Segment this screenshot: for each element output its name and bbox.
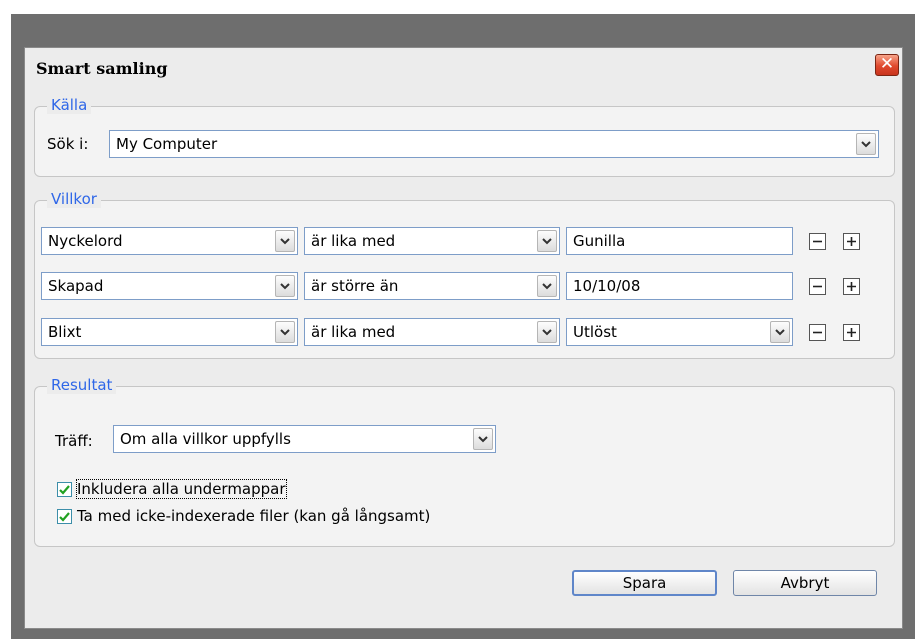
add-condition-button[interactable] [843, 233, 860, 250]
minus-icon [813, 285, 822, 288]
chevron-down-icon[interactable] [537, 321, 557, 343]
search-in-label: Sök i: [47, 135, 89, 153]
title-bar: Smart samling ✕ [25, 48, 902, 88]
chevron-down-icon[interactable] [537, 230, 557, 252]
cancel-button[interactable]: Avbryt [733, 570, 877, 596]
condition-operator-value: är lika med [311, 232, 396, 250]
remove-condition-button[interactable] [809, 278, 826, 295]
dialog-title: Smart samling [36, 59, 168, 78]
condition-operator-value: är större än [311, 277, 399, 295]
condition-field-value: Skapad [48, 277, 104, 295]
smart-collection-dialog: Smart samling ✕ Källa Sök i: My Computer… [24, 47, 903, 629]
chevron-down-icon[interactable] [856, 133, 876, 155]
condition-field-dropdown[interactable]: Skapad [41, 272, 298, 300]
condition-operator-value: är lika med [311, 323, 396, 341]
include-unindexed-checkbox[interactable] [57, 509, 72, 524]
condition-value-text: Utlöst [573, 323, 617, 341]
conditions-group: Villkor Nyckelord är lika med Gunilla Sk… [34, 190, 895, 359]
remove-condition-button[interactable] [809, 233, 826, 250]
minus-icon [813, 240, 822, 243]
search-in-value: My Computer [116, 135, 218, 153]
plus-icon [847, 237, 856, 246]
minus-icon [813, 331, 822, 334]
include-subfolders-label[interactable]: Inkludera alla undermappar [76, 479, 287, 499]
chevron-down-icon[interactable] [537, 275, 557, 297]
close-button[interactable]: ✕ [875, 54, 899, 76]
search-in-dropdown[interactable]: My Computer [109, 130, 879, 158]
chevron-down-icon[interactable] [275, 321, 295, 343]
condition-value-text: Gunilla [573, 232, 626, 250]
match-label: Träff: [55, 432, 93, 450]
result-legend: Resultat [47, 376, 117, 394]
condition-field-dropdown[interactable]: Nyckelord [41, 227, 298, 255]
condition-operator-dropdown[interactable]: är lika med [304, 227, 560, 255]
chevron-down-icon[interactable] [473, 428, 493, 450]
condition-value-input[interactable]: Gunilla [566, 227, 793, 255]
condition-operator-dropdown[interactable]: är större än [304, 272, 560, 300]
close-icon: ✕ [879, 54, 895, 74]
include-subfolders-checkbox[interactable] [57, 482, 72, 497]
condition-field-value: Blixt [48, 323, 82, 341]
condition-operator-dropdown[interactable]: är lika med [304, 318, 560, 346]
source-legend: Källa [47, 96, 92, 114]
result-group: Resultat Träff: Om alla villkor uppfylls… [34, 376, 895, 547]
checkmark-icon [59, 511, 70, 522]
checkmark-icon [59, 484, 70, 495]
condition-field-dropdown[interactable]: Blixt [41, 318, 298, 346]
condition-value-text: 10/10/08 [573, 277, 641, 295]
save-button[interactable]: Spara [572, 570, 717, 596]
plus-icon [847, 282, 856, 291]
chevron-down-icon[interactable] [275, 275, 295, 297]
include-unindexed-label[interactable]: Ta med icke-indexerade filer (kan gå lån… [77, 507, 430, 525]
match-dropdown[interactable]: Om alla villkor uppfylls [113, 425, 496, 453]
conditions-legend: Villkor [47, 190, 101, 208]
chevron-down-icon[interactable] [275, 230, 295, 252]
remove-condition-button[interactable] [809, 324, 826, 341]
condition-value-dropdown[interactable]: Utlöst [566, 318, 793, 346]
add-condition-button[interactable] [843, 278, 860, 295]
plus-icon [847, 328, 856, 337]
add-condition-button[interactable] [843, 324, 860, 341]
condition-field-value: Nyckelord [48, 232, 123, 250]
condition-value-input[interactable]: 10/10/08 [566, 272, 793, 300]
chevron-down-icon[interactable] [770, 321, 790, 343]
match-value: Om alla villkor uppfylls [120, 430, 291, 448]
source-group: Källa Sök i: My Computer [34, 96, 895, 177]
